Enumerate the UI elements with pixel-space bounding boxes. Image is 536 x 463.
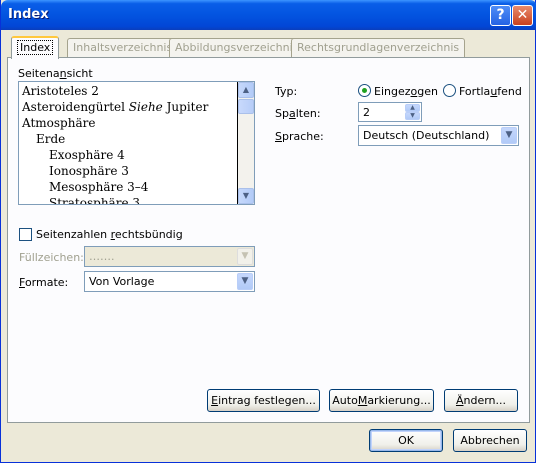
tab-table-of-figures[interactable]: Abbildungsverzeichnis <box>169 38 305 58</box>
chevron-down-icon: ▼ <box>501 127 517 144</box>
modify-button[interactable]: Ändern... <box>444 389 518 412</box>
close-button[interactable]: ✕ <box>512 5 533 26</box>
columns-value: 2 <box>363 106 370 119</box>
ok-button[interactable]: OK <box>369 429 443 452</box>
mark-entry-button[interactable]: Eintrag festlegen... <box>207 389 320 412</box>
language-value: Deutsch (Deutschland) <box>363 129 490 142</box>
scroll-up-icon[interactable]: ▲ <box>238 82 254 98</box>
preview-line: Aristoteles 2 <box>22 84 99 98</box>
run-in-radio[interactable] <box>443 84 456 97</box>
preview-line: Asteroidengürtel Siehe Jupiter <box>22 100 209 114</box>
tab-index[interactable]: Index <box>11 36 60 59</box>
automark-button[interactable]: AutoMarkierung... <box>329 389 434 412</box>
tab-table-of-authorities[interactable]: Rechtsgrundlagenverzeichnis <box>291 38 466 58</box>
right-align-label: Seitenzahlen rechtsbündig <box>36 228 183 241</box>
scroll-thumb[interactable] <box>238 99 254 114</box>
window-title: Index <box>8 7 49 22</box>
indented-radio[interactable] <box>358 84 371 97</box>
tab-index-label: Index <box>17 40 54 55</box>
formats-label: Formate: <box>19 276 69 289</box>
preview-scrollbar[interactable]: ▲ ▼ <box>238 82 254 204</box>
preview-label: Seitenansicht <box>18 67 93 80</box>
run-in-label: Fortlaufend <box>459 85 522 98</box>
spin-down-icon[interactable]: ▼ <box>405 112 420 120</box>
preview-line: Ionosphäre 3 <box>49 164 129 178</box>
cancel-button[interactable]: Abbrechen <box>453 429 527 452</box>
help-button[interactable]: ? <box>490 5 511 26</box>
formats-select[interactable]: Von Vorlage ▼ <box>84 271 255 292</box>
chevron-down-icon: ▼ <box>237 248 253 265</box>
right-align-checkbox[interactable] <box>19 228 32 241</box>
preview-line: Mesosphäre 3–4 <box>49 180 149 194</box>
columns-label: Spalten: <box>275 107 321 120</box>
preview-line: Erde <box>36 132 66 146</box>
type-label: Typ: <box>275 85 298 98</box>
chevron-down-icon: ▼ <box>237 273 253 290</box>
spin-up-icon[interactable]: ▲ <box>405 104 420 112</box>
preview-line: Atmosphäre <box>22 116 96 130</box>
columns-spinner[interactable]: 2 ▲ ▼ <box>358 102 422 122</box>
index-dialog: Index ? ✕ Index Inhaltsverzeichnis Abbil… <box>0 0 536 463</box>
language-label: Sprache: <box>275 130 324 143</box>
fill-char-label: Füllzeichen: <box>19 251 84 264</box>
preview-line: Stratosphäre 3 <box>49 196 140 204</box>
indented-label: Eingezogen <box>374 85 438 98</box>
language-select[interactable]: Deutsch (Deutschland) ▼ <box>358 125 519 146</box>
fill-char-value: ……. <box>89 250 115 263</box>
fill-char-select[interactable]: ……. ▼ <box>84 246 255 267</box>
scroll-down-icon[interactable]: ▼ <box>238 188 254 204</box>
title-bar: Index ? ✕ <box>1 0 536 30</box>
preview-box: Aristoteles 2 Asteroidengürtel Siehe Jup… <box>18 81 255 205</box>
radio-selected-dot <box>362 88 367 93</box>
formats-value: Von Vorlage <box>89 275 155 288</box>
preview-content: Aristoteles 2 Asteroidengürtel Siehe Jup… <box>19 82 238 204</box>
tab-table-of-contents[interactable]: Inhaltsverzeichnis <box>67 38 179 58</box>
preview-line: Exosphäre 4 <box>49 148 125 162</box>
